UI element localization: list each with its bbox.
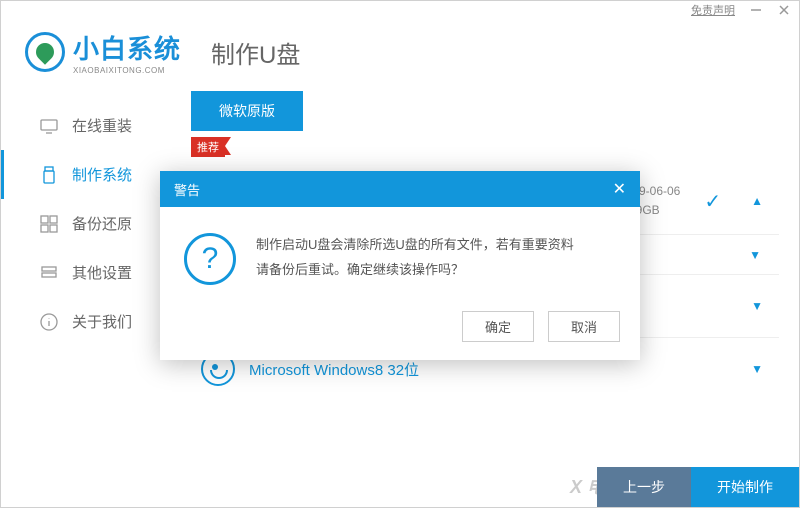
ok-button[interactable]: 确定 bbox=[462, 311, 534, 342]
dialog-line1: 制作启动U盘会清除所选U盘的所有文件，若有重要资料 bbox=[256, 233, 574, 258]
warning-dialog: 警告 ✕ ? 制作启动U盘会清除所选U盘的所有文件，若有重要资料 请备份后重试。… bbox=[160, 171, 640, 360]
dialog-message: 制作启动U盘会清除所选U盘的所有文件，若有重要资料 请备份后重试。确定继续该操作… bbox=[256, 233, 574, 282]
dialog-titlebar: 警告 ✕ bbox=[160, 171, 640, 207]
dialog-title: 警告 bbox=[174, 180, 200, 199]
dialog-footer: 确定 取消 bbox=[160, 311, 640, 360]
question-icon: ? bbox=[184, 233, 236, 285]
dialog-close-button[interactable]: ✕ bbox=[613, 179, 626, 199]
dialog-body: ? 制作启动U盘会清除所选U盘的所有文件，若有重要资料 请备份后重试。确定继续该… bbox=[160, 207, 640, 311]
cancel-button[interactable]: 取消 bbox=[548, 311, 620, 342]
app-window: 免责声明 小白系统 XIAOBAIXITONG.COM 制作U盘 在线重装 制作… bbox=[0, 0, 800, 508]
dialog-line2: 请备份后重试。确定继续该操作吗？ bbox=[256, 258, 574, 283]
modal-overlay: 警告 ✕ ? 制作启动U盘会清除所选U盘的所有文件，若有重要资料 请备份后重试。… bbox=[1, 1, 799, 507]
